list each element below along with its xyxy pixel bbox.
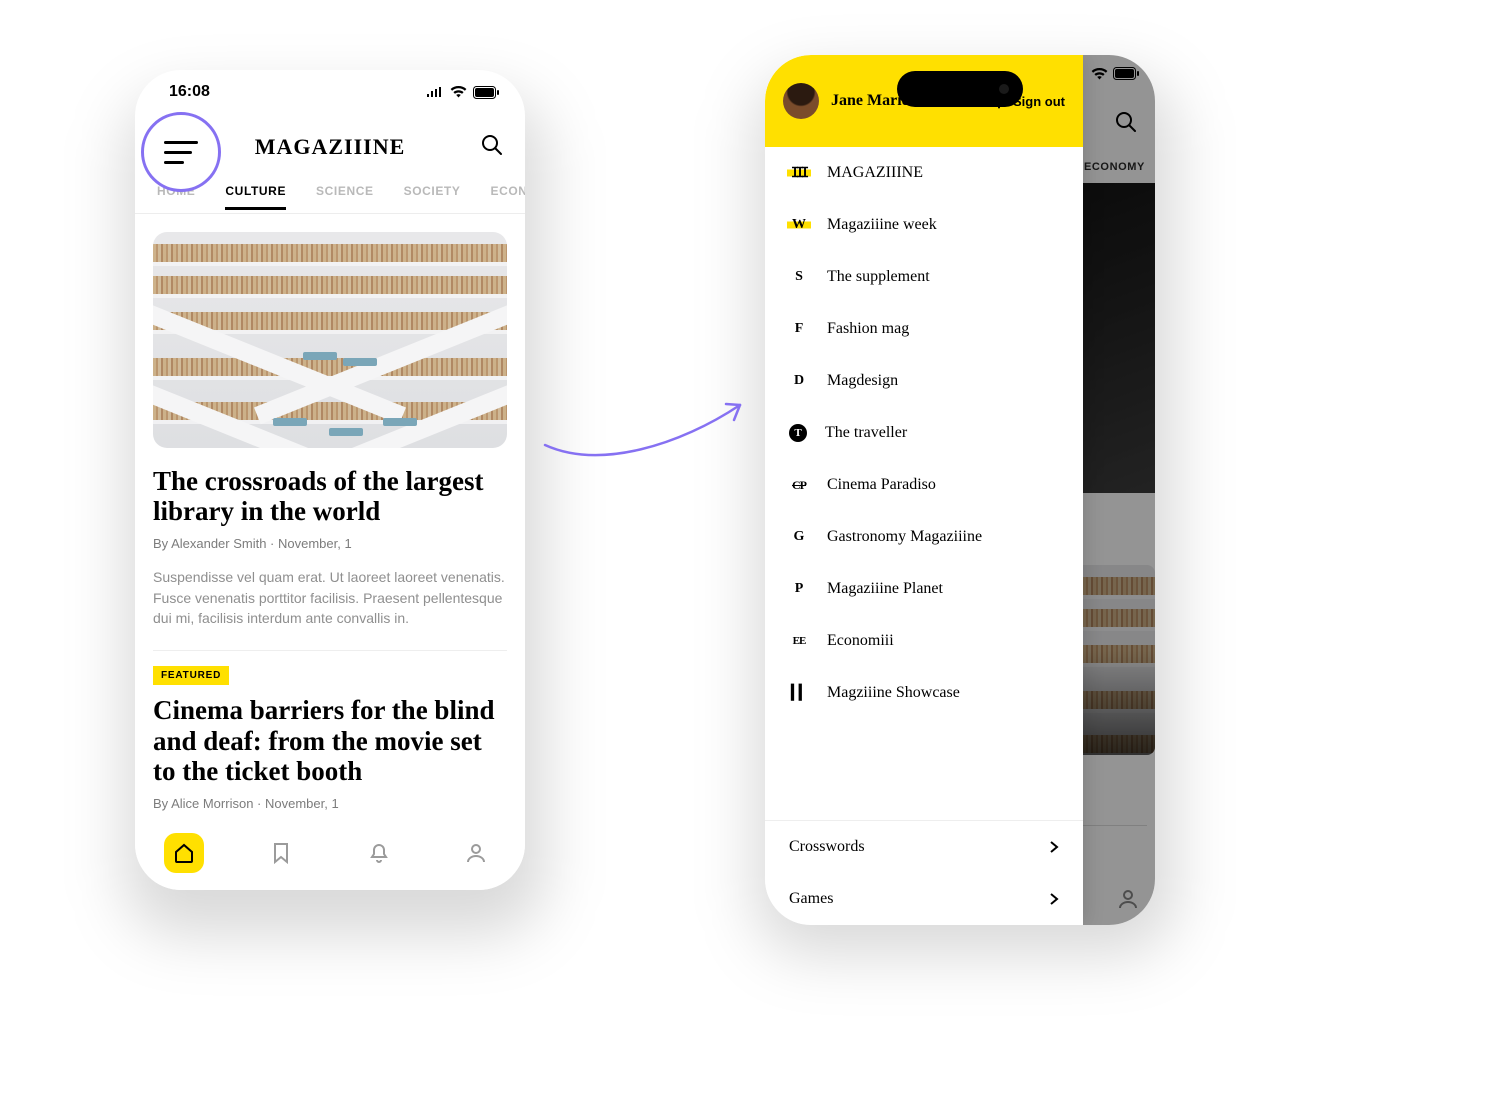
article-title[interactable]: The crossroads of the largest library in… [153,466,507,526]
drawer-item-label: The supplement [827,268,930,286]
drawer-item-label: Cinema Paradiso [827,476,936,494]
brand-glyph-icon: ▎▎ [789,684,809,702]
brand-glyph-icon: S [789,268,809,286]
wifi-icon [450,86,467,98]
drawer-item-fashion[interactable]: F Fashion mag [765,303,1083,355]
profile-icon [465,842,487,864]
brand-glyph-icon: D [789,372,809,390]
footer-label: Games [789,890,833,908]
cell-signal-icon [426,86,444,98]
navigation-drawer: Jane Marie Doe Sign out ⵊⵊⵊ MAGAZIIINE W… [765,55,1083,925]
drawer-item-label: Magziiine Showcase [827,684,960,702]
drawer-item-label: MAGAZIIINE [827,164,923,182]
phone-home-screen: 16:08 MAGAZIIINE HOME CULTURE SCIENCE SO… [135,70,525,890]
chevron-right-icon [1049,892,1059,906]
drawer-item-week[interactable]: W Magaziiine week [765,199,1083,251]
drawer-item-traveller[interactable]: T The traveller [765,407,1083,459]
article-byline: By Alice Morrison · November, 1 [153,796,507,811]
status-indicators [426,86,499,99]
footer-label: Crosswords [789,838,865,856]
drawer-item-label: Economiii [827,632,894,650]
brand-glyph-icon: F [789,320,809,338]
drawer-item-economiii[interactable]: EE Economiii [765,615,1083,667]
article-byline: By Alexander Smith · November, 1 [153,536,507,551]
brand-glyph-icon: G [789,528,809,546]
tab-science[interactable]: SCIENCE [316,184,374,210]
drawer-item-supplement[interactable]: S The supplement [765,251,1083,303]
bell-icon [368,842,390,864]
article-title[interactable]: Cinema barriers for the blind and deaf: … [153,695,507,786]
nav-profile[interactable] [456,833,496,873]
tab-culture[interactable]: CULTURE [225,184,286,210]
status-bar: 16:08 [135,70,525,114]
drawer-item-label: Fashion mag [827,320,909,338]
divider [153,650,507,651]
brand-glyph-icon: T [789,424,807,442]
nav-notifications[interactable] [359,833,399,873]
dynamic-island [897,71,1023,107]
top-bar: MAGAZIIINE [135,114,525,180]
brand-logo[interactable]: MAGAZIIINE [255,134,406,160]
avatar[interactable] [783,83,819,119]
featured-badge: FEATURED [153,666,229,685]
flow-arrow [540,390,760,490]
drawer-item-label: The traveller [825,424,907,442]
brand-glyph-icon: ⵊⵊⵊ [789,164,809,182]
brand-glyph-icon: EE [789,632,809,650]
hamburger-highlight-circle [141,112,221,192]
tab-economy[interactable]: ECONOMY [490,184,525,210]
dimmed-background-page[interactable]: ECONOMY ossroads o est librar orld [1083,55,1155,925]
phone-drawer-screen: Jane Marie Doe Sign out ⵊⵊⵊ MAGAZIIINE W… [765,55,1155,925]
drawer-footer-games[interactable]: Games [765,873,1083,925]
drawer-item-magdesign[interactable]: D Magdesign [765,355,1083,407]
bookmark-icon [271,842,291,864]
drawer-item-showcase[interactable]: ▎▎ Magziiine Showcase [765,667,1083,719]
home-icon [173,842,195,864]
search-icon [481,134,503,156]
brand-glyph-icon: P [789,580,809,598]
drawer-footer: Crosswords Games [765,820,1083,925]
hamburger-icon[interactable] [164,141,198,164]
drawer-menu[interactable]: ⵊⵊⵊ MAGAZIIINE W Magaziiine week S The s… [765,147,1083,820]
brand-glyph-icon: CP [789,476,809,494]
chevron-right-icon [1049,840,1059,854]
feed: The crossroads of the largest library in… [135,214,525,868]
search-button[interactable] [481,134,503,161]
drawer-item-label: Magaziiine Planet [827,580,943,598]
drawer-item-planet[interactable]: P Magaziiine Planet [765,563,1083,615]
drawer-item-label: Gastronomy Magaziiine [827,528,982,546]
drawer-footer-crosswords[interactable]: Crosswords [765,821,1083,873]
article-excerpt: Suspendisse vel quam erat. Ut laoreet la… [153,567,507,628]
bottom-nav [135,816,525,890]
tab-society[interactable]: SOCIETY [404,184,461,210]
brand-glyph-icon: W [789,216,809,234]
drawer-item-gastronomy[interactable]: G Gastronomy Magaziiine [765,511,1083,563]
status-time: 16:08 [169,83,210,101]
nav-bookmarks[interactable] [261,833,301,873]
drawer-item-cinema[interactable]: CP Cinema Paradiso [765,459,1083,511]
scrim-overlay[interactable] [1083,55,1155,925]
battery-icon [473,86,499,99]
drawer-item-label: Magaziiine week [827,216,937,234]
article-hero-image[interactable] [153,232,507,448]
drawer-item-magaziiine[interactable]: ⵊⵊⵊ MAGAZIIINE [765,147,1083,199]
drawer-item-label: Magdesign [827,372,898,390]
nav-home[interactable] [164,833,204,873]
